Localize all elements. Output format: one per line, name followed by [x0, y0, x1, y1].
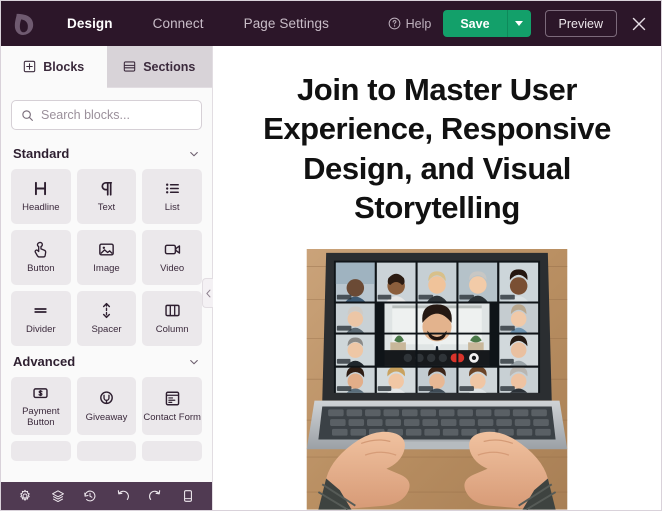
block-tile-video[interactable]: Video: [142, 230, 202, 285]
block-tile-contact-form[interactable]: Contact Form: [142, 377, 202, 435]
paragraph-pilcrow-icon: [101, 181, 113, 196]
leaf-logo-icon: [14, 13, 34, 35]
image-picture-icon: [99, 243, 114, 256]
save-button-group: Save: [443, 10, 531, 37]
tab-sections-label: Sections: [143, 59, 196, 74]
group-header-standard[interactable]: Standard: [11, 138, 202, 169]
block-tile-payment-button[interactable]: Payment Button: [11, 377, 71, 435]
nav-item-design[interactable]: Design: [47, 1, 133, 46]
block-tile-headline-label: Headline: [22, 202, 60, 214]
chevron-down-icon: [190, 151, 198, 156]
block-tile-text[interactable]: Text: [76, 169, 137, 224]
tab-blocks[interactable]: Blocks: [1, 46, 107, 88]
settings-gear-icon[interactable]: [18, 489, 32, 503]
undo-icon[interactable]: [116, 489, 130, 503]
sidebar-collapse-handle[interactable]: [202, 278, 213, 308]
help-label: Help: [405, 16, 432, 31]
group-header-advanced[interactable]: Advanced: [11, 346, 202, 377]
group-title-advanced: Advanced: [13, 354, 76, 369]
giveaway-trophy-icon: [100, 390, 113, 404]
block-tile-button-label: Button: [27, 263, 55, 275]
headline-h-icon: [35, 181, 47, 196]
tile-grid-advanced: Payment Button Giveaway Contact Form: [11, 377, 202, 461]
block-tile-partial-3[interactable]: [142, 441, 202, 461]
block-tile-button[interactable]: Button: [11, 230, 71, 285]
search-icon: [22, 109, 33, 121]
block-tile-divider-label: Divider: [26, 324, 56, 336]
save-dropdown-button[interactable]: [506, 10, 531, 37]
block-tile-payment-button-label: Payment Button: [22, 406, 60, 428]
block-tile-divider[interactable]: Divider: [11, 291, 71, 346]
nav-item-page-settings[interactable]: Page Settings: [224, 1, 349, 46]
preview-label: Preview: [558, 16, 603, 31]
sections-rows-icon: [123, 61, 136, 72]
layers-icon[interactable]: [51, 489, 65, 503]
block-tile-column[interactable]: Column: [142, 291, 202, 346]
block-tile-giveaway-label: Giveaway: [85, 411, 128, 423]
button-click-hand-icon: [34, 241, 47, 258]
hero-headline[interactable]: Join to Master User Experience, Responsi…: [227, 70, 647, 227]
block-tile-image[interactable]: Image: [76, 230, 137, 285]
panel-tabs: Blocks Sections: [1, 46, 212, 88]
page-canvas[interactable]: Join to Master User Experience, Responsi…: [213, 46, 661, 510]
chevron-down-icon: [190, 359, 198, 364]
block-tile-list-label: List: [164, 202, 180, 214]
block-tile-partial-2[interactable]: [76, 441, 137, 461]
block-tile-spacer[interactable]: Spacer: [76, 291, 137, 346]
tab-sections[interactable]: Sections: [106, 46, 212, 88]
close-builder-button[interactable]: [617, 1, 661, 46]
divider-lines-icon: [34, 308, 48, 313]
tab-blocks-label: Blocks: [43, 59, 85, 74]
search-area: [1, 88, 212, 138]
page-builder-app: Design Connect Page Settings Help Save P…: [0, 0, 662, 511]
nav-item-connect[interactable]: Connect: [133, 1, 224, 46]
main-nav: Design Connect Page Settings: [47, 1, 349, 46]
block-tile-image-label: Image: [93, 263, 120, 275]
spacer-arrows-icon: [102, 302, 111, 319]
save-button[interactable]: Save: [443, 10, 507, 37]
redo-icon[interactable]: [148, 489, 162, 503]
block-tile-video-label: Video: [160, 263, 185, 275]
block-tile-giveaway[interactable]: Giveaway: [76, 377, 137, 435]
bulleted-list-icon: [165, 183, 179, 194]
payment-dollar-icon: [33, 388, 49, 399]
block-tile-list[interactable]: List: [142, 169, 202, 224]
group-title-standard: Standard: [13, 146, 70, 161]
columns-icon: [164, 304, 180, 317]
sidebar-footer-toolbar: [1, 482, 212, 510]
search-input[interactable]: [41, 108, 202, 122]
device-preview-icon[interactable]: [181, 489, 195, 503]
caret-down-icon: [515, 21, 524, 26]
tile-grid-standard: Headline Text List Button Image Video Di…: [11, 169, 202, 346]
block-tile-contact-form-label: Contact Form: [143, 411, 201, 423]
nav-item-connect-label: Connect: [152, 16, 204, 31]
block-tile-spacer-label: Spacer: [91, 324, 122, 336]
search-box[interactable]: [11, 100, 202, 130]
blocks-grid-icon: [24, 60, 36, 73]
video-camera-icon: [164, 244, 180, 255]
revision-history-icon[interactable]: [83, 489, 97, 503]
nav-item-page-settings-label: Page Settings: [243, 16, 329, 31]
nav-item-design-label: Design: [67, 16, 113, 31]
save-label: Save: [460, 16, 490, 31]
top-bar: Design Connect Page Settings Help Save P…: [1, 1, 661, 46]
app-logo[interactable]: [1, 1, 47, 46]
preview-button[interactable]: Preview: [544, 10, 617, 37]
hero-image[interactable]: [303, 249, 571, 510]
block-palette: Standard Headline Text List Button Image…: [1, 138, 212, 482]
block-tile-text-label: Text: [97, 202, 116, 214]
chevron-left-icon: [205, 289, 210, 297]
close-icon: [632, 17, 646, 30]
block-tile-headline[interactable]: Headline: [11, 169, 71, 224]
help-button[interactable]: Help: [376, 17, 444, 31]
blocks-sidebar: Blocks Sections Search blocks... Standar…: [1, 46, 213, 510]
builder-body: Blocks Sections Search blocks... Standar…: [1, 46, 661, 510]
block-tile-partial-1[interactable]: [11, 441, 71, 461]
contact-form-clipboard-icon: [165, 391, 179, 406]
question-circle-icon: [388, 17, 400, 30]
block-tile-column-label: Column: [155, 324, 189, 336]
